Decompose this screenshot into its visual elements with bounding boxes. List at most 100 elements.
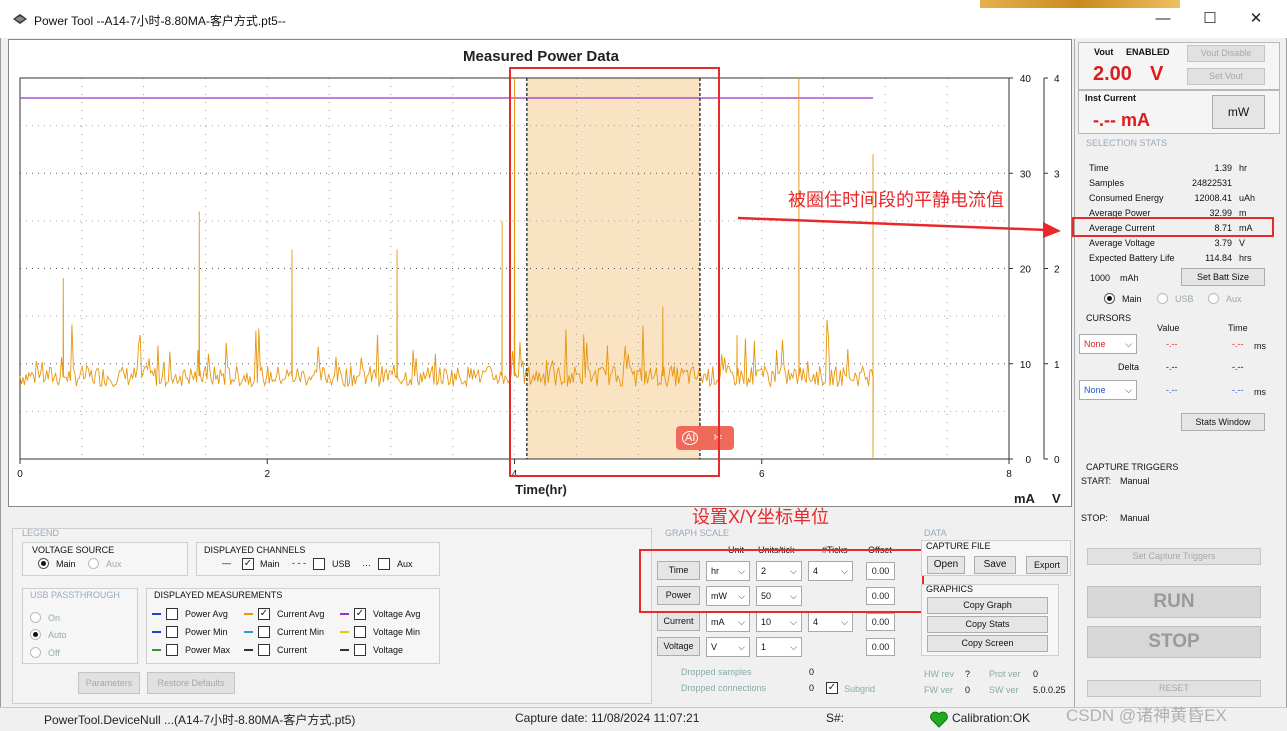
- dropped-samples-label: Dropped samples: [681, 667, 752, 677]
- open-button[interactable]: Open: [927, 556, 965, 574]
- channel-aux-label: Aux: [397, 559, 413, 569]
- cursor1-select[interactable]: None ⌵: [1079, 334, 1137, 354]
- scale-ticks-select[interactable]: 4 ⌵: [808, 612, 853, 632]
- copy-stats-button[interactable]: Copy Stats: [927, 616, 1048, 633]
- hw-rev-label: HW rev: [924, 669, 954, 679]
- scale-units-tick-select[interactable]: 1 ⌵: [756, 637, 802, 657]
- scale-row-label[interactable]: Current: [657, 612, 700, 631]
- channel-usb-label: USB: [332, 559, 351, 569]
- stats-source-main-radio[interactable]: [1104, 293, 1115, 304]
- x-tick-label: 8: [1006, 469, 1012, 480]
- chevron-down-icon: ⌵: [790, 617, 797, 627]
- power-min-checkbox[interactable]: [166, 626, 178, 638]
- status-serial: S#:: [826, 711, 845, 725]
- current-checkbox[interactable]: [258, 644, 270, 656]
- power-avg-checkbox[interactable]: [166, 608, 178, 620]
- scale-units-tick-value: 10: [761, 617, 772, 627]
- current-min-checkbox[interactable]: [258, 626, 270, 638]
- close-button[interactable]: ✕: [1241, 8, 1271, 30]
- watermark: CSDN @诸神黄昏EX: [1066, 706, 1227, 725]
- stat-value: 114.84: [1205, 253, 1232, 263]
- y-right-tick-label: 2: [1054, 265, 1060, 276]
- stat-unit: V: [1239, 238, 1246, 248]
- capture-triggers-title: CAPTURE TRIGGERS: [1086, 462, 1179, 472]
- stats-window-button[interactable]: Stats Window: [1181, 413, 1265, 431]
- stats-source-usb-radio[interactable]: [1157, 293, 1168, 304]
- cursor2-select[interactable]: None ⌵: [1079, 380, 1137, 400]
- set-capture-triggers-button[interactable]: Set Capture Triggers: [1087, 548, 1261, 565]
- stats-source-aux-radio[interactable]: [1208, 293, 1219, 304]
- voltage-source-main-radio[interactable]: [38, 558, 49, 569]
- channel-aux-checkbox[interactable]: [378, 558, 390, 570]
- vout-disable-button[interactable]: Vout Disable: [1187, 45, 1265, 62]
- minimize-button[interactable]: —: [1148, 8, 1178, 30]
- voltage-avg-checkbox[interactable]: ✓: [354, 608, 366, 620]
- copy-screen-button[interactable]: Copy Screen: [927, 635, 1048, 652]
- current-min-label: Current Min: [277, 627, 325, 637]
- voltage-min-label: Voltage Min: [373, 627, 421, 637]
- usb-auto-radio[interactable]: [30, 629, 41, 640]
- usb-line-swatch: - - -: [292, 558, 306, 568]
- power-max-swatch: [152, 649, 161, 651]
- mw-toggle-button[interactable]: mW: [1212, 95, 1265, 129]
- stats-source-main-label: Main: [1122, 294, 1142, 304]
- power-max-checkbox[interactable]: [166, 644, 178, 656]
- voltage-checkbox[interactable]: [354, 644, 366, 656]
- copy-graph-button[interactable]: Copy Graph: [927, 597, 1048, 614]
- scale-unit-value: V: [711, 642, 718, 652]
- aux-line-swatch: …: [362, 558, 371, 568]
- scale-units-tick-select[interactable]: 10 ⌵: [756, 612, 802, 632]
- channel-usb-checkbox[interactable]: [313, 558, 325, 570]
- stop-button[interactable]: STOP: [1087, 626, 1261, 658]
- dropped-connections-label: Dropped connections: [681, 683, 767, 693]
- y-left-tick-label: 20: [1020, 265, 1032, 276]
- stat-label: Average Voltage: [1089, 238, 1155, 248]
- delta-time: -.--: [1232, 362, 1244, 372]
- vout-value: 2.00: [1093, 63, 1132, 85]
- set-vout-button[interactable]: Set Vout: [1187, 68, 1265, 85]
- stat-unit: uAh: [1239, 193, 1256, 203]
- scale-offset-input[interactable]: 0.00: [866, 613, 895, 631]
- y-right-tick-label: 4: [1054, 74, 1060, 85]
- trigger-start-label: START:: [1081, 476, 1112, 486]
- stat-label: Expected Battery Life: [1089, 253, 1175, 263]
- chevron-down-icon: ⌵: [738, 617, 745, 627]
- scale-offset-input[interactable]: 0.00: [866, 638, 895, 656]
- save-button[interactable]: Save: [974, 556, 1016, 574]
- voltage-source-aux-radio[interactable]: [88, 558, 99, 569]
- trigger-stop-label: STOP:: [1081, 513, 1108, 523]
- voltage-min-swatch: [340, 631, 349, 633]
- channel-main-checkbox[interactable]: ✓: [242, 558, 254, 570]
- delta-label: Delta: [1118, 362, 1140, 372]
- stat-unit: hr: [1239, 163, 1248, 173]
- capture-file-title: CAPTURE FILE: [926, 541, 991, 551]
- scale-units-tick-value: 1: [761, 642, 767, 652]
- parameters-button[interactable]: Parameters: [78, 672, 140, 694]
- subgrid-checkbox[interactable]: ✓: [826, 682, 838, 694]
- scale-row-label[interactable]: Voltage: [657, 637, 700, 656]
- current-avg-checkbox[interactable]: ✓: [258, 608, 270, 620]
- usb-on-radio[interactable]: [30, 612, 41, 623]
- scale-unit-select[interactable]: V ⌵: [706, 637, 750, 657]
- inst-current-label: Inst Current: [1085, 93, 1137, 103]
- run-button[interactable]: RUN: [1087, 586, 1261, 618]
- x-tick-label: 2: [264, 469, 270, 480]
- stat-unit: hrs: [1239, 253, 1252, 263]
- restore-defaults-button[interactable]: Restore Defaults: [147, 672, 235, 694]
- maximize-button[interactable]: ☐: [1195, 8, 1225, 30]
- scale-unit-select[interactable]: mA ⌵: [706, 612, 750, 632]
- selection-highlight-box: [509, 67, 720, 477]
- trigger-start-value: Manual: [1120, 476, 1150, 486]
- stat-value: 1.39: [1214, 163, 1232, 173]
- usb-off-radio[interactable]: [30, 647, 41, 658]
- reset-button[interactable]: RESET: [1087, 680, 1261, 697]
- export-button[interactable]: Export: [1026, 556, 1068, 574]
- voltage-min-checkbox[interactable]: [354, 626, 366, 638]
- graph-scale-title: GRAPH SCALE: [665, 528, 730, 538]
- voltage-avg-label: Voltage Avg: [373, 609, 421, 619]
- set-batt-size-button[interactable]: Set Batt Size: [1181, 268, 1265, 286]
- chevron-down-icon: ⌵: [738, 642, 745, 652]
- cursor1-value: -.--: [1166, 339, 1178, 349]
- chevron-down-icon: ⌵: [1125, 385, 1132, 395]
- displayed-measurements-title: DISPLAYED MEASUREMENTS: [154, 590, 283, 600]
